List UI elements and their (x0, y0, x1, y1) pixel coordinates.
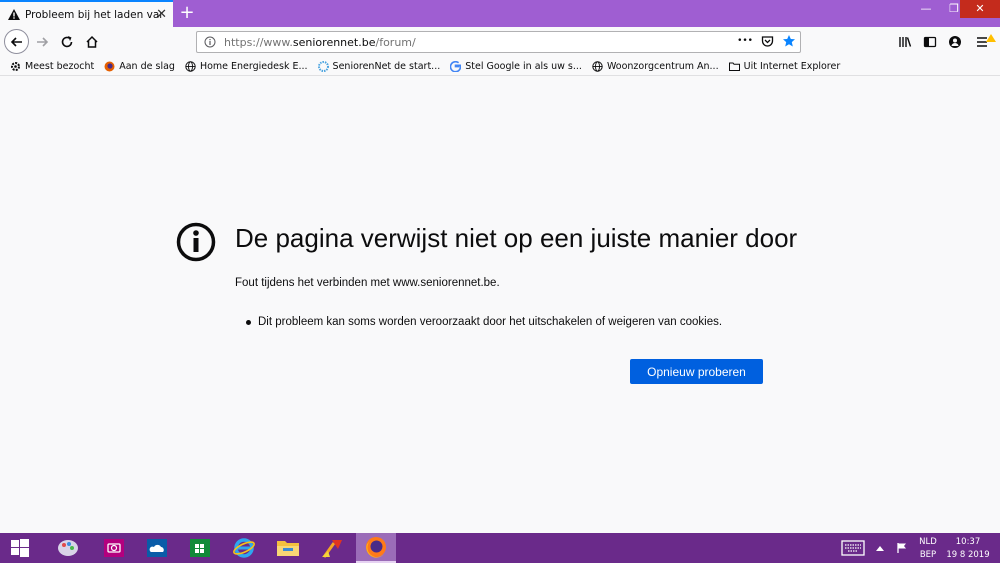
bookmark-meest-bezocht[interactable]: Meest bezocht (10, 61, 94, 72)
taskbar-app-file-explorer[interactable] (268, 533, 308, 563)
sidebar-button[interactable] (920, 32, 940, 52)
bookmark-star-icon[interactable] (782, 34, 796, 48)
gear-icon (11, 61, 20, 71)
clock-time: 10:37 (955, 537, 981, 547)
menu-button[interactable] (976, 32, 996, 52)
google-icon (450, 60, 462, 72)
bookmark-label: Uit Internet Explorer (743, 60, 841, 72)
error-description: Fout tijdens het verbinden met www.senio… (235, 277, 500, 289)
folder-icon (728, 62, 740, 71)
bookmark-label: Woonzorgcentrum An... (606, 60, 719, 72)
reload-icon (61, 36, 73, 48)
hamburger-menu-icon (977, 34, 996, 47)
forward-arrow-icon (37, 37, 49, 47)
chevron-up-icon (876, 546, 884, 551)
firefox-icon (104, 61, 115, 71)
tab-title: Probleem bij het laden van de p (25, 8, 163, 21)
url-path: /forum/ (375, 35, 416, 49)
account-icon (949, 36, 961, 48)
language-code: NLD (919, 537, 937, 547)
bookmark-label: Home Energiedesk E... (199, 60, 308, 72)
info-circle-icon (176, 222, 216, 262)
flag-icon (897, 543, 906, 553)
minimize-button[interactable]: — (912, 0, 940, 18)
store-icon (190, 539, 210, 557)
onedrive-icon (147, 539, 167, 557)
back-button[interactable] (4, 29, 29, 54)
account-button[interactable] (945, 32, 965, 52)
taskbar-app-onedrive[interactable] (137, 533, 177, 563)
forward-button[interactable] (30, 30, 54, 54)
taskbar-app-internet-explorer[interactable] (224, 533, 264, 563)
windows-logo-icon (11, 539, 29, 557)
url-actions: ••• (737, 34, 796, 48)
internet-explorer-icon (233, 538, 255, 558)
taskbar: NLD BEP 10:37 19 8 2019 (0, 533, 1000, 563)
warning-icon (8, 9, 20, 20)
url-bar[interactable]: https://www.seniorennet.be/forum/ ••• (196, 31, 801, 53)
camera-icon (104, 539, 124, 557)
error-hint-item: Dit probleem kan soms worden veroorzaakt… (246, 316, 722, 328)
pocket-icon[interactable] (761, 35, 774, 48)
reload-button[interactable] (55, 30, 79, 54)
firefox-icon (366, 537, 386, 558)
url-prefix: https://www. (224, 35, 293, 49)
library-button[interactable] (895, 32, 915, 52)
bookmark-seniorennet[interactable]: SeniorenNet de start... (317, 60, 441, 72)
error-title: De pagina verwijst niet op een juiste ma… (235, 223, 798, 253)
bookmark-woonzorgcentrum[interactable]: Woonzorgcentrum An... (592, 61, 719, 72)
error-page: De pagina verwijst niet op een juiste ma… (0, 76, 1000, 533)
start-button[interactable] (0, 533, 40, 563)
touch-keyboard-button[interactable] (835, 533, 871, 563)
language-indicator[interactable]: NLD BEP (916, 536, 940, 562)
window-close-button[interactable]: ✕ (960, 0, 1000, 18)
page-actions-button[interactable]: ••• (737, 36, 753, 46)
clock[interactable]: 10:37 19 8 2019 (942, 536, 994, 562)
taskbar-app-camera[interactable] (94, 533, 134, 563)
bookmark-label: SeniorenNet de start... (332, 60, 441, 72)
seniorennet-icon (317, 60, 329, 72)
sidebar-icon (923, 36, 937, 48)
home-button[interactable] (80, 30, 104, 54)
globe-icon (185, 60, 196, 72)
home-icon (86, 35, 98, 48)
keyboard-layout-code: BEP (919, 550, 937, 560)
new-tab-button[interactable]: + (177, 3, 197, 23)
paint-icon (58, 540, 78, 556)
globe-icon (592, 60, 603, 72)
taskbar-app-firefox[interactable] (356, 533, 396, 563)
bookmark-aan-de-slag[interactable]: Aan de slag (104, 61, 175, 72)
url-host: seniorennet.be (292, 35, 376, 49)
bullet-dot (246, 319, 251, 325)
url-text[interactable]: https://www.seniorennet.be/forum/ (224, 36, 416, 49)
bookmark-label: Stel Google in als uw s... (465, 60, 582, 72)
retry-button[interactable]: Opnieuw proberen (630, 359, 763, 384)
taskbar-app-store[interactable] (180, 533, 220, 563)
bookmark-home-energiedesk[interactable]: Home Energiedesk E... (185, 61, 308, 72)
file-explorer-icon (277, 541, 299, 556)
bookmark-folder-uit-internet-explorer[interactable]: Uit Internet Explorer (728, 60, 841, 72)
taskbar-app-paint[interactable] (48, 533, 88, 563)
ccleaner-icon (322, 540, 342, 558)
clock-date: 19 8 2019 (946, 550, 990, 560)
bookmarks-bar: Meest bezocht Aan de slag Home Energiede… (0, 57, 1000, 76)
library-icon (899, 37, 912, 47)
nav-bar: https://www.seniorennet.be/forum/ ••• (0, 27, 1000, 57)
bookmark-google[interactable]: Stel Google in als uw s... (450, 60, 582, 72)
back-arrow-icon (10, 36, 22, 47)
keyboard-icon (841, 540, 865, 556)
bookmark-label: Aan de slag (119, 60, 175, 72)
tab-strip: Probleem bij het laden van de p ✕ + — ❐ … (0, 0, 1000, 27)
error-hint-text: Dit probleem kan soms worden veroorzaakt… (258, 316, 723, 328)
bookmark-label: Meest bezocht (25, 60, 95, 72)
tab-close-button[interactable]: ✕ (156, 7, 167, 22)
network-button[interactable] (892, 533, 912, 563)
show-hidden-icons-button[interactable] (872, 533, 888, 563)
tab-active[interactable]: Probleem bij het laden van de p ✕ (0, 0, 173, 27)
taskbar-app-ccleaner[interactable] (312, 533, 352, 563)
info-icon[interactable] (204, 36, 216, 48)
